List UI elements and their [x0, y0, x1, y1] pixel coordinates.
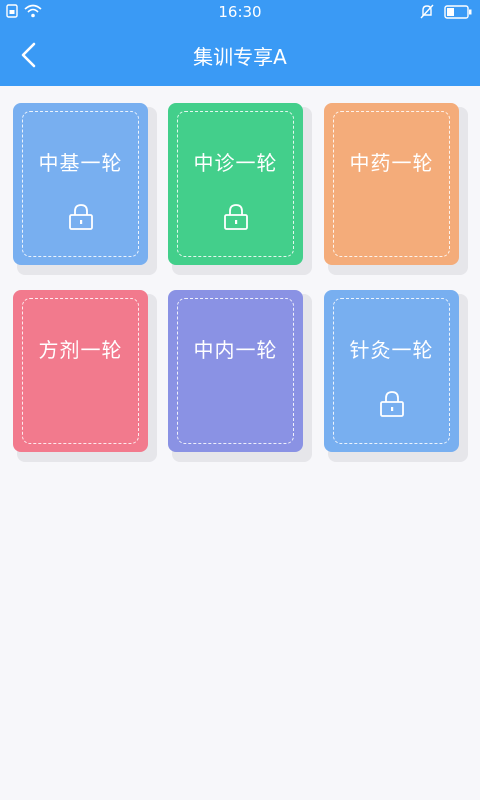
card-label: 中基一轮 [38, 151, 123, 175]
page-title: 集训专享A [193, 45, 287, 69]
lock-icon [224, 204, 248, 230]
card-label: 方剂一轮 [38, 338, 123, 362]
battery-icon [444, 4, 472, 19]
card-label: 中诊一轮 [193, 151, 278, 175]
card-label: 针灸一轮 [349, 338, 434, 362]
course-card-zhenjiu[interactable]: 针灸一轮 [324, 290, 459, 452]
lock-icon [69, 204, 93, 230]
card-dashed-border [22, 298, 139, 444]
header: 集训专享A [0, 24, 480, 86]
course-card-zhongnei[interactable]: 中内一轮 [168, 290, 303, 452]
lock-icon [380, 391, 404, 417]
course-card-fangji[interactable]: 方剂一轮 [13, 290, 148, 452]
status-right-icons [420, 4, 472, 19]
card-dashed-border [177, 298, 294, 444]
mute-icon [420, 4, 434, 19]
card-dashed-border [333, 111, 450, 257]
card-dashed-border [22, 111, 139, 257]
status-time: 16:30 [218, 3, 262, 21]
card-label: 中药一轮 [349, 151, 434, 175]
card-label: 中内一轮 [193, 338, 278, 362]
status-bar: 16:30 [0, 0, 480, 24]
card-dashed-border [333, 298, 450, 444]
card-dashed-border [177, 111, 294, 257]
course-card-zhongyao[interactable]: 中药一轮 [324, 103, 459, 265]
course-card-zhongji[interactable]: 中基一轮 [13, 103, 148, 265]
course-card-zhongzhen[interactable]: 中诊一轮 [168, 103, 303, 265]
